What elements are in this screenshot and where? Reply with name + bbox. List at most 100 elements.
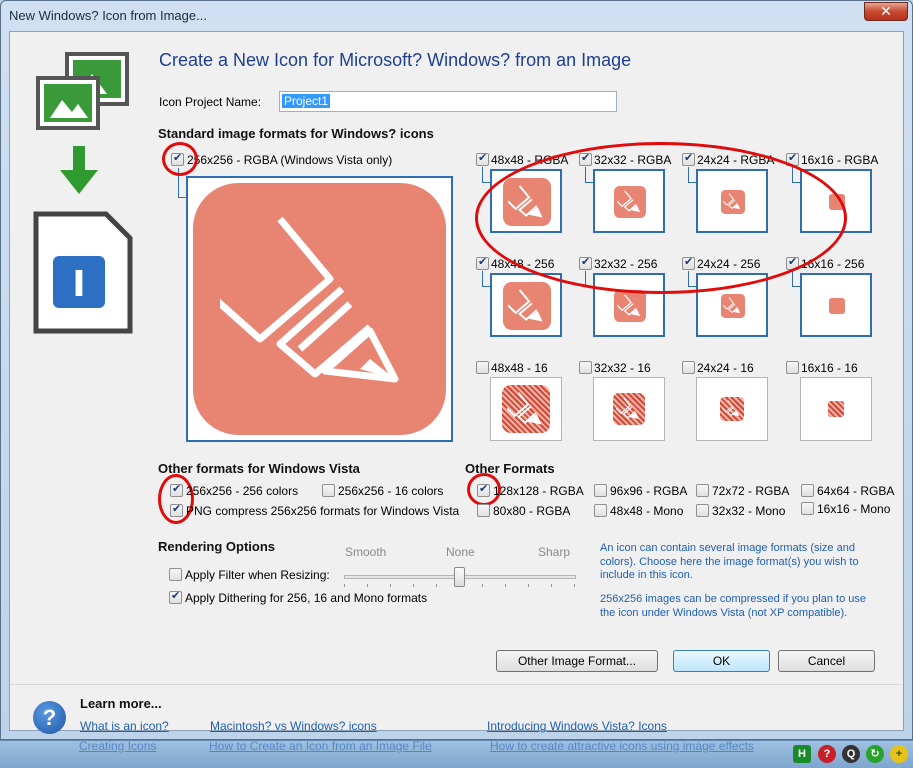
- pencil-icon: [502, 385, 550, 433]
- annotation-ring: [475, 142, 847, 294]
- format-label: 16x16 - RGBA: [801, 153, 879, 167]
- dialog-window: New Windows? Icon from Image... ✕ I Crea…: [0, 0, 913, 740]
- label-48-mono: 48x48 - Mono: [610, 504, 684, 518]
- checkbox-128-rgba[interactable]: [477, 482, 490, 497]
- checkbox-80-rgba[interactable]: [477, 504, 490, 517]
- project-name-input[interactable]: Project1: [279, 91, 617, 112]
- image-front-icon: [36, 76, 100, 130]
- preview-256-image: [193, 183, 446, 435]
- format-checkbox[interactable]: [682, 361, 695, 374]
- checkbox-96-rgba[interactable]: [594, 484, 607, 497]
- connector-line: [792, 271, 800, 287]
- info-text-formats: An icon can contain several image format…: [600, 542, 859, 581]
- dialog-client-area: I Create a New Icon for Microsoft? Windo…: [9, 31, 904, 731]
- format-label: 32x32 - 16: [594, 361, 651, 375]
- format-label: 16x16 - 16: [801, 361, 858, 375]
- learn-more-title: Learn more...: [80, 696, 162, 711]
- cancel-button[interactable]: Cancel: [778, 650, 875, 672]
- label-80-rgba: 80x80 - RGBA: [493, 504, 571, 518]
- standard-formats-title: Standard image formats for Windows? icon…: [158, 126, 434, 141]
- link-vista-icons[interactable]: Introducing Windows Vista? Icons: [487, 719, 667, 733]
- checkbox-64-rgba[interactable]: [801, 484, 814, 497]
- slider-label-none: None: [446, 545, 475, 559]
- format-checkbox[interactable]: [579, 361, 592, 374]
- pencil-icon: [828, 401, 844, 417]
- slider-label-sharp: Sharp: [538, 545, 571, 559]
- other-image-format-button[interactable]: Other Image Format...: [496, 650, 658, 672]
- label-128-rgba: 128x128 - RGBA: [493, 484, 584, 498]
- pencil-icon: [829, 298, 845, 314]
- format-preview: [490, 377, 562, 441]
- window-title: New Windows? Icon from Image...: [9, 8, 207, 23]
- help-icon: ?: [33, 701, 66, 734]
- slider-label-smooth: Smooth: [345, 545, 387, 559]
- checkbox-16-mono[interactable]: [801, 502, 814, 515]
- project-name-value: Project1: [282, 94, 331, 108]
- format-label: 24x24 - 16: [697, 361, 754, 375]
- pencil-icon: [721, 294, 745, 318]
- tray-update-icon[interactable]: ↻: [866, 745, 884, 763]
- title-bar[interactable]: New Windows? Icon from Image... ✕: [1, 1, 912, 31]
- format-label: 48x48 - 16: [491, 361, 548, 375]
- rendering-options-title: Rendering Options: [158, 539, 275, 554]
- checkbox-32-mono[interactable]: [696, 504, 709, 517]
- tray-chat-icon[interactable]: Q: [842, 745, 860, 763]
- checkbox-48-mono[interactable]: [594, 504, 607, 517]
- format-preview: [593, 377, 665, 441]
- link-image-effects[interactable]: How to create attractive icons using ima…: [490, 739, 754, 753]
- format-preview: [490, 273, 562, 337]
- label-256-256colors: 256x256 - 256 colors: [186, 484, 299, 498]
- tray-help-icon[interactable]: ?: [818, 745, 836, 763]
- project-name-label: Icon Project Name:: [159, 95, 262, 109]
- format-preview: [696, 377, 768, 441]
- tray-add-icon[interactable]: +: [890, 745, 908, 763]
- pencil-icon: [219, 216, 398, 383]
- checkbox-apply-filter[interactable]: [169, 568, 182, 581]
- label-256-16colors: 256x256 - 16 colors: [338, 484, 444, 498]
- down-arrow-icon: [60, 146, 98, 194]
- label-72-rgba: 72x72 - RGBA: [712, 484, 790, 498]
- format-checkbox[interactable]: [476, 255, 489, 270]
- pencil-icon: [720, 397, 744, 421]
- vista-section-title: Other formats for Windows Vista: [158, 461, 360, 476]
- label-64-rgba: 64x64 - RGBA: [817, 484, 895, 498]
- link-what-is-icon[interactable]: What is an icon?: [80, 719, 169, 733]
- other-formats-title: Other Formats: [465, 461, 555, 476]
- label-256-rgba: 256x256 - RGBA (Windows Vista only): [187, 153, 393, 167]
- connector-line: [482, 167, 490, 183]
- image-to-icon-illustration: I: [33, 52, 133, 334]
- label-96-rgba: 96x96 - RGBA: [610, 484, 688, 498]
- close-button[interactable]: ✕: [864, 2, 908, 21]
- label-32-mono: 32x32 - Mono: [712, 504, 786, 518]
- checkbox-256-16colors[interactable]: [322, 484, 335, 497]
- connector-line: [482, 271, 490, 287]
- checkbox-72-rgba[interactable]: [696, 484, 709, 497]
- link-mac-vs-windows[interactable]: Macintosh? vs Windows? icons: [210, 719, 377, 733]
- ok-button[interactable]: OK: [673, 650, 770, 672]
- format-checkbox[interactable]: [786, 361, 799, 374]
- checkbox-apply-dithering[interactable]: [169, 589, 182, 604]
- checkbox-256-256colors[interactable]: [170, 482, 183, 497]
- dialog-heading: Create a New Icon for Microsoft? Windows…: [159, 50, 632, 70]
- preview-256: [186, 176, 453, 442]
- tray-app-icon[interactable]: H: [793, 745, 811, 763]
- link-creating-icons[interactable]: Creating Icons: [79, 739, 156, 753]
- pencil-icon: [614, 290, 646, 322]
- icon-file-icon: I: [33, 211, 133, 334]
- label-apply-dithering: Apply Dithering for 256, 16 and Mono for…: [185, 591, 428, 605]
- format-preview: [800, 377, 872, 441]
- format-checkbox[interactable]: [476, 361, 489, 374]
- label-apply-filter: Apply Filter when Resizing:: [185, 568, 330, 582]
- svg-text:I: I: [72, 264, 85, 305]
- info-text-compression: 256x256 images can be compressed if you …: [600, 593, 866, 619]
- filter-slider-thumb[interactable]: [454, 567, 465, 587]
- annotation-ring: [162, 142, 198, 176]
- label-png-compress: PNG compress 256x256 formats for Windows…: [186, 504, 460, 518]
- label-16-mono: 16x16 - Mono: [817, 502, 891, 516]
- pencil-icon: [613, 393, 645, 425]
- taskbar: Creating Icons How to Create an Icon fro…: [0, 739, 913, 768]
- pencil-icon: [503, 282, 551, 330]
- format-checkbox[interactable]: [476, 151, 489, 166]
- checkbox-png-compress[interactable]: [170, 502, 183, 517]
- link-create-from-image[interactable]: How to Create an Icon from an Image File: [209, 739, 432, 753]
